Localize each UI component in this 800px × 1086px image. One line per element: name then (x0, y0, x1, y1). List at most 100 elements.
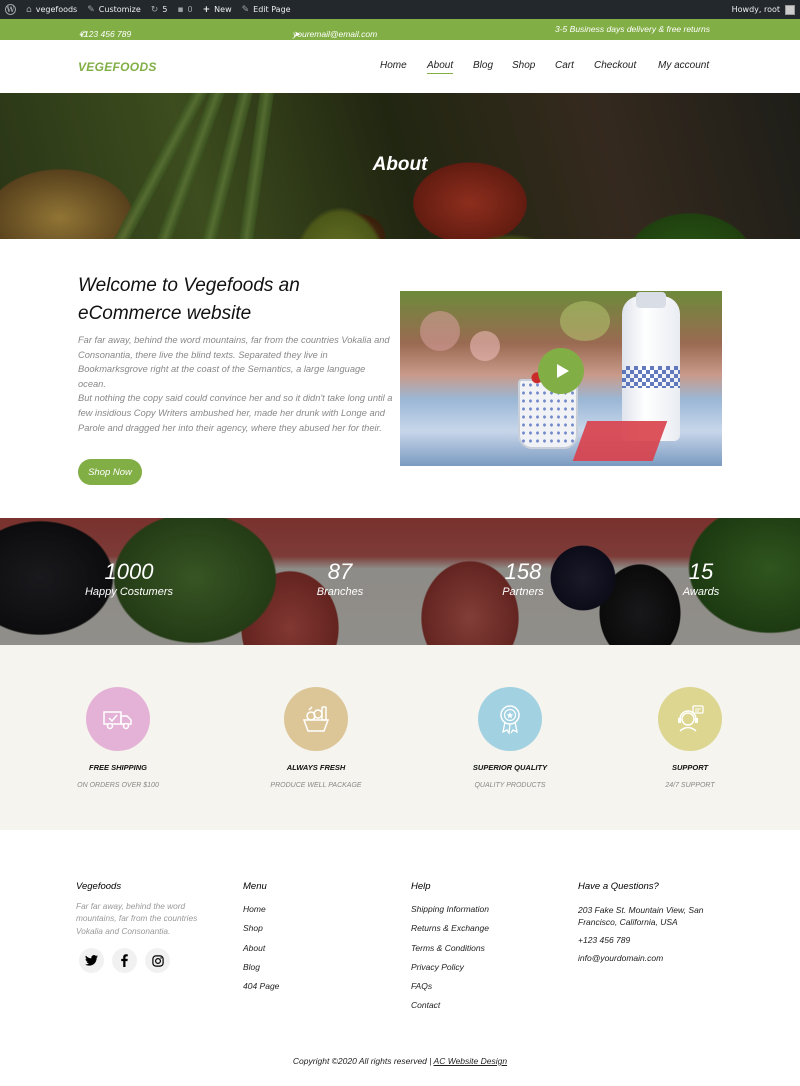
updates-icon: ↻ (150, 4, 159, 15)
counter-number: 15 (688, 559, 714, 584)
copyright-link[interactable]: AC Website Design (434, 1056, 508, 1066)
nav-shop[interactable]: Shop (512, 60, 535, 71)
about-text: Far far away, behind the word mountains,… (78, 333, 393, 435)
footer-contact: Have a Questions? 203 Fake St. Mountain … (578, 881, 718, 970)
home-icon: ⌂ (26, 4, 32, 15)
counter-number: 1000 (104, 559, 154, 584)
admin-bar: W ⌂ vegefoods ✎ Customize ↻ 5 ▪ 0 + New ✎ Edit… (0, 0, 800, 19)
customize-link[interactable]: ✎ Customize (82, 0, 146, 19)
counter-label: Partners (502, 586, 544, 598)
footer-brand-desc: Far far away, behind the word mountains,… (76, 901, 198, 936)
copyright-text: Copyright ©2020 All rights reserved | (292, 1056, 432, 1066)
service-subtitle: QUALITY PRODUCTS (474, 782, 546, 789)
footer-brand: Vegefoods Far far away, behind the word … (76, 881, 226, 937)
avatar (785, 4, 795, 15)
services-section: FREE SHIPPING ON ORDERS OVER $100 ALWAYS… (0, 645, 800, 830)
pencil-icon: ✎ (241, 4, 250, 15)
footer-link-contact[interactable]: Contact (411, 1000, 489, 1019)
counter-partners: 158 Partners (483, 560, 563, 600)
nav-blog[interactable]: Blog (473, 60, 493, 71)
bokeh-shape (470, 331, 500, 361)
shop-now-button[interactable]: Shop Now (78, 459, 142, 485)
footer-link-shop[interactable]: Shop (243, 923, 279, 942)
bottle-pattern (622, 366, 680, 388)
counter-happy-customers: 1000 Happy Costumers (78, 560, 180, 600)
about-paragraph: Far far away, behind the word mountains,… (78, 335, 390, 389)
page-title: About (372, 154, 428, 175)
nav-about[interactable]: About (427, 60, 454, 74)
footer-menu-title: Menu (243, 881, 267, 892)
nav-cart[interactable]: Cart (555, 60, 574, 71)
produce-icon (302, 706, 330, 732)
footer-link-faqs[interactable]: FAQs (411, 981, 489, 1000)
edit-page-link[interactable]: ✎ Edit Page (237, 0, 296, 19)
copyright: Copyright ©2020 All rights reserved | AC… (0, 1056, 800, 1066)
play-button[interactable] (538, 348, 584, 394)
footer-brand-title: Vegefoods (76, 881, 122, 892)
footer-help: Help Shipping Information Returns & Exch… (411, 881, 489, 1020)
footer-link-privacy[interactable]: Privacy Policy (411, 962, 489, 981)
service-title: FREE SHIPPING (89, 763, 147, 772)
footer-link-terms[interactable]: Terms & Conditions (411, 943, 489, 962)
twitter-button[interactable] (79, 948, 104, 973)
site-name-menu[interactable]: ⌂ vegefoods (21, 0, 82, 19)
footer-link-404[interactable]: 404 Page (243, 981, 279, 1000)
service-free-shipping: FREE SHIPPING ON ORDERS OVER $100 (43, 687, 193, 789)
napkin-image (572, 421, 668, 461)
milk-bottle-image (622, 292, 680, 441)
site-footer: Vegefoods Far far away, behind the word … (0, 830, 800, 1086)
footer-email[interactable]: info@yourdomain.com (578, 952, 718, 964)
footer-link-shipping[interactable]: Shipping Information (411, 904, 489, 923)
footer-link-home[interactable]: Home (243, 904, 279, 923)
service-superior-quality: SUPERIOR QUALITY QUALITY PRODUCTS (435, 687, 585, 789)
delivery-info: 3-5 Business days delivery & free return… (555, 24, 710, 34)
instagram-button[interactable] (145, 948, 170, 973)
wordpress-icon: W (5, 4, 16, 15)
footer-menu: Menu Home Shop About Blog 404 Page (243, 881, 279, 1000)
about-heading: Welcome to Vegefoods an eCommerce websit… (78, 275, 300, 324)
top-info-bar: ✆ +123 456 789 ➤ youremail@email.com 3-5… (0, 19, 800, 40)
nav-checkout[interactable]: Checkout (594, 60, 636, 71)
video-thumbnail[interactable] (400, 291, 722, 466)
footer-phone[interactable]: +123 456 789 (578, 934, 718, 946)
counter-branches: 87 Branches (300, 560, 380, 600)
service-title: SUPERIOR QUALITY (472, 763, 548, 772)
plus-icon: + (202, 4, 211, 15)
instagram-icon (151, 954, 164, 967)
main-navbar: VEGEFOODS Home About Blog Shop Cart Chec… (0, 40, 800, 93)
nav-home[interactable]: Home (380, 60, 407, 71)
twitter-icon (85, 955, 98, 966)
nav-my-account[interactable]: My account (658, 60, 709, 71)
bokeh-shape (560, 301, 610, 341)
facebook-button[interactable] (112, 948, 137, 973)
service-circle (478, 687, 542, 751)
play-icon (556, 364, 569, 378)
truck-icon (103, 711, 132, 730)
counter-label: Branches (316, 586, 364, 598)
updates-link[interactable]: ↻ 5 (146, 0, 173, 19)
counter-section: 1000 Happy Costumers 87 Branches 158 Par… (0, 518, 800, 645)
my-account-menu[interactable]: Howdy, root (727, 0, 800, 19)
new-content-menu[interactable]: + New (198, 0, 237, 19)
counter-number: 87 (327, 559, 353, 584)
service-always-fresh: ALWAYS FRESH PRODUCE WELL PACKAGE (241, 687, 391, 789)
social-links (79, 948, 170, 973)
footer-link-blog[interactable]: Blog (243, 962, 279, 981)
service-subtitle: 24/7 SUPPORT (665, 782, 715, 789)
counter-awards: 15 Awards (672, 560, 730, 600)
bokeh-shape (420, 311, 460, 351)
comments-link[interactable]: ▪ 0 (172, 0, 197, 19)
footer-address: 203 Fake St. Mountain View, San Francisc… (578, 905, 704, 927)
footer-link-returns[interactable]: Returns & Exchange (411, 923, 489, 942)
counter-label: Happy Costumers (84, 586, 174, 598)
main-nav: Home About Blog Shop Cart Checkout My ac… (0, 60, 800, 76)
facebook-icon (121, 954, 128, 967)
counter-number: 158 (504, 559, 542, 584)
footer-contact-title: Have a Questions? (578, 881, 659, 892)
footer-link-about[interactable]: About (243, 943, 279, 962)
service-circle (284, 687, 348, 751)
service-title: ALWAYS FRESH (286, 763, 346, 772)
support-icon (678, 705, 704, 732)
wp-logo-menu[interactable]: W (0, 0, 21, 19)
brush-icon: ✎ (87, 4, 95, 15)
